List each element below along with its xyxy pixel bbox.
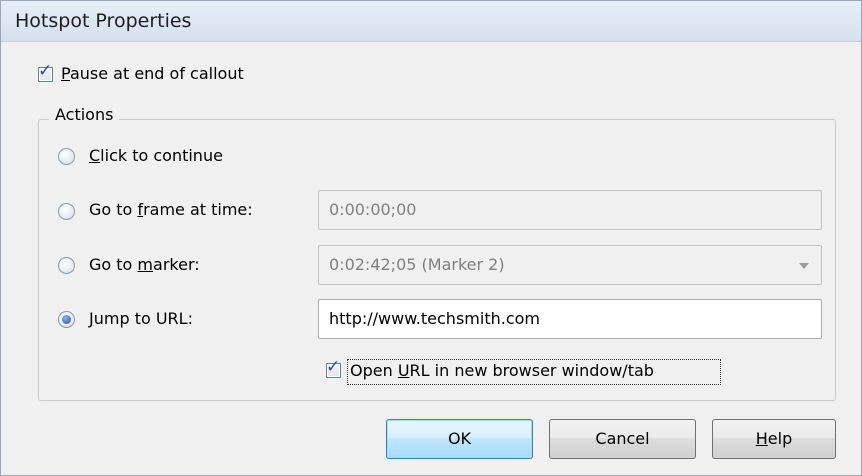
actions-group-title: Actions bbox=[49, 105, 120, 124]
title-bar: Hotspot Properties bbox=[1, 1, 861, 42]
click-to-continue-label[interactable]: Click to continue bbox=[89, 146, 223, 165]
go-to-frame-radio[interactable] bbox=[58, 203, 75, 220]
jump-to-url-radio[interactable] bbox=[58, 311, 75, 328]
ok-button[interactable]: OK bbox=[386, 419, 533, 459]
go-to-marker-label[interactable]: Go to marker: bbox=[89, 255, 200, 274]
open-new-window-checkbox[interactable]: ✓ bbox=[326, 359, 341, 378]
jump-to-url-label[interactable]: Jump to URL: bbox=[89, 309, 193, 328]
go-to-marker-radio[interactable] bbox=[58, 257, 75, 274]
pause-checkbox[interactable]: ✓ bbox=[38, 63, 53, 82]
go-to-frame-label[interactable]: Go to frame at time: bbox=[89, 200, 253, 219]
cancel-button[interactable]: Cancel bbox=[549, 419, 696, 459]
click-to-continue-radio[interactable] bbox=[58, 148, 75, 165]
frame-time-field[interactable]: 0:00:00;00 bbox=[318, 190, 822, 230]
marker-dropdown[interactable]: 0:02:42;05 (Marker 2) bbox=[318, 245, 822, 285]
checkmark-icon: ✓ bbox=[326, 357, 341, 377]
open-new-window-label[interactable]: Open URL in new browser window/tab bbox=[350, 361, 654, 380]
help-button[interactable]: Help bbox=[712, 419, 836, 459]
checkmark-icon: ✓ bbox=[38, 61, 53, 81]
marker-dropdown-value: 0:02:42;05 (Marker 2) bbox=[329, 255, 505, 274]
hotspot-properties-dialog: Hotspot Properties ✓ Pause at end of cal… bbox=[0, 0, 862, 476]
dialog-title: Hotspot Properties bbox=[15, 10, 192, 32]
chevron-down-icon[interactable] bbox=[799, 263, 809, 269]
url-input[interactable]: http://www.techsmith.com bbox=[318, 299, 822, 339]
radio-selected-dot-icon bbox=[62, 315, 71, 324]
pause-checkbox-label[interactable]: Pause at end of callout bbox=[61, 64, 244, 83]
